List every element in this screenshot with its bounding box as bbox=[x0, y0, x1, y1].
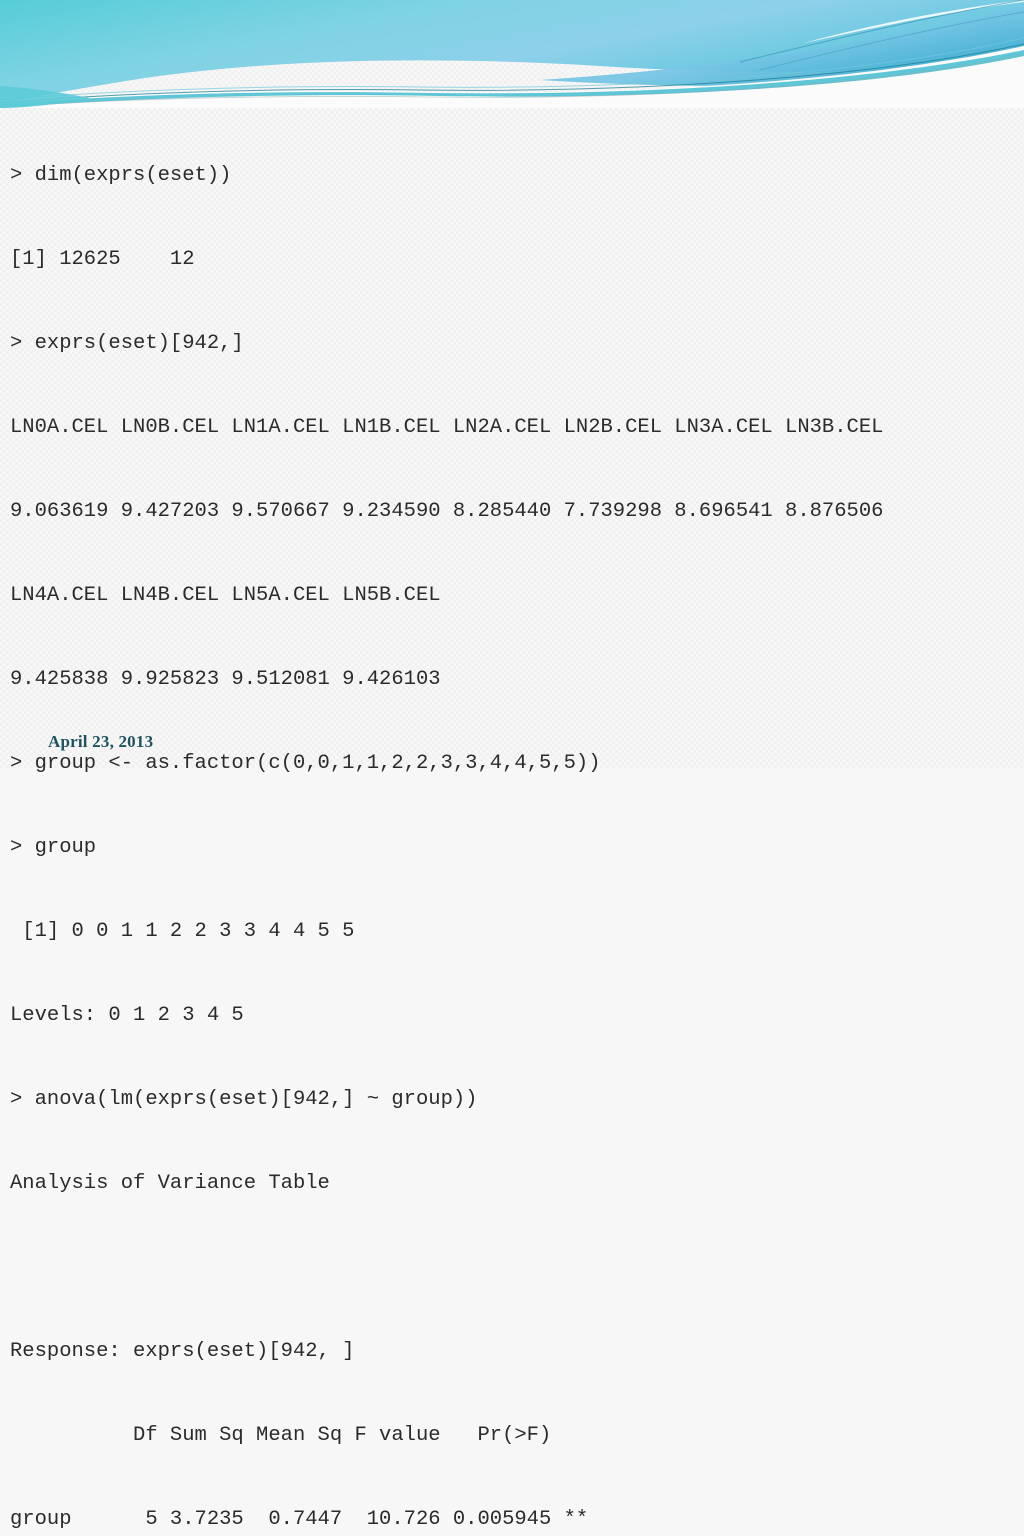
wave-white-crescent bbox=[0, 46, 1024, 108]
wave-ribbon-upper bbox=[800, 0, 1024, 44]
console-line-blank bbox=[10, 1254, 1014, 1282]
console-line: Levels: 0 1 2 3 4 5 bbox=[10, 1004, 244, 1027]
header-wave-decoration bbox=[0, 0, 1024, 108]
wave-fill-secondary bbox=[540, 6, 1024, 86]
wave-hairline-1 bbox=[0, 43, 1024, 104]
footer-date: April 23, 2013 bbox=[48, 732, 154, 751]
r-console-output: > dim(exprs(eset)) [1] 12625 12 > exprs(… bbox=[10, 106, 1014, 1536]
console-line: Response: exprs(eset)[942, ] bbox=[10, 1340, 355, 1363]
wave-hairline-3 bbox=[0, 53, 1024, 108]
console-line: [1] 0 0 1 1 2 2 3 3 4 4 5 5 bbox=[10, 920, 355, 943]
wave-fill-primary bbox=[0, 0, 1024, 104]
console-line: Analysis of Variance Table bbox=[10, 1172, 330, 1195]
console-line: group 5 3.7235 0.7447 10.726 0.005945 ** bbox=[10, 1508, 589, 1531]
wave-hairline-5 bbox=[759, 11, 1024, 71]
wave-left-tail bbox=[0, 86, 90, 108]
wave-hairline-2 bbox=[0, 37, 1024, 101]
wave-thin-sliver bbox=[0, 50, 1024, 108]
console-line: LN0A.CEL LN0B.CEL LN1A.CEL LN1B.CEL LN2A… bbox=[10, 416, 884, 439]
console-line: > group bbox=[10, 836, 97, 859]
console-line: > anova(lm(exprs(eset)[942,] ~ group)) bbox=[10, 1088, 478, 1111]
console-line: > group <- as.factor(c(0,0,1,1,2,2,3,3,4… bbox=[10, 752, 601, 775]
console-line: LN4A.CEL LN4B.CEL LN5A.CEL LN5B.CEL bbox=[10, 584, 441, 607]
slide-canvas: > dim(exprs(eset)) [1] 12625 12 > exprs(… bbox=[0, 0, 1024, 1531]
wave-graphic bbox=[0, 0, 1024, 108]
console-line: 9.425838 9.925823 9.512081 9.426103 bbox=[10, 668, 441, 691]
console-line: 9.063619 9.427203 9.570667 9.234590 8.28… bbox=[10, 500, 884, 523]
console-line: Df Sum Sq Mean Sq F value Pr(>F) bbox=[10, 1424, 552, 1447]
wave-hairline-4 bbox=[739, 0, 1024, 63]
console-line: [1] 12625 12 bbox=[10, 248, 195, 271]
console-line: > dim(exprs(eset)) bbox=[10, 164, 232, 187]
console-line: > exprs(eset)[942,] bbox=[10, 332, 244, 355]
